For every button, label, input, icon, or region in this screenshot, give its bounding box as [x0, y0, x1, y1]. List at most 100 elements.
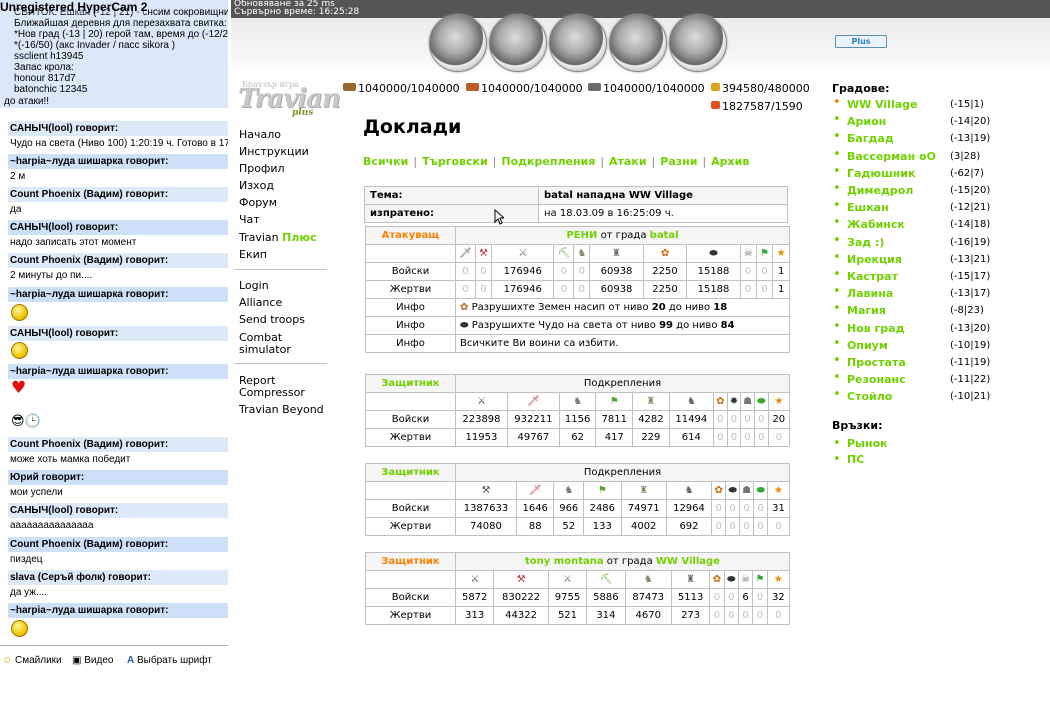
tab-attacks[interactable]: Атаки	[609, 155, 647, 168]
map-icon[interactable]	[549, 14, 607, 72]
village-item[interactable]: • Димедрол (-15|20)	[833, 182, 1043, 199]
travian-logo[interactable]: Браузър игра Travian plus	[232, 80, 341, 122]
menu-home[interactable]: Начало	[239, 128, 281, 141]
village-name[interactable]: Стойло	[847, 390, 892, 403]
unit-icon: ♞	[665, 481, 713, 500]
tab-trade[interactable]: Търговски	[422, 155, 488, 168]
attacker-table: Атакуващ РЕНИ от града batal 🗡 ⚒ ⚔ ⛏ ♞ ♜ ✿ ⬬ ☠ ⚑ ★…	[365, 226, 790, 353]
attacker-village[interactable]: batal	[650, 230, 679, 241]
unit-count: 60938	[589, 280, 644, 299]
menu-instructions[interactable]: Инструкции	[239, 145, 309, 158]
village-name[interactable]: Простата	[847, 356, 906, 369]
video-button[interactable]: ▣ Видео	[72, 651, 113, 671]
village-item[interactable]: • Лавина (-13|17)	[833, 285, 1043, 302]
village-name[interactable]: Кастрат	[847, 270, 898, 283]
village-name[interactable]: Вассерман оО	[847, 150, 936, 163]
village-item[interactable]: • Магия (-8|23)	[833, 302, 1043, 319]
chat-text: пиздец	[10, 554, 43, 565]
menu-separator	[235, 363, 327, 364]
village-name[interactable]: Нов град	[847, 322, 904, 335]
resource-crop: 394580/480000	[711, 82, 810, 95]
unit-icon: ☠	[737, 570, 754, 589]
village-name[interactable]: Жабинск	[847, 218, 905, 231]
defender-village[interactable]: WW Village	[656, 556, 720, 567]
village-name[interactable]: Лавина	[847, 287, 893, 300]
village-item[interactable]: • Зад :) (-16|19)	[833, 234, 1043, 251]
unit-icons-row: 🗡 ⚒ ⚔ ⛏ ♞ ♜ ✿ ⬬ ☠ ⚑ ★	[365, 244, 790, 263]
unit-count: 229	[632, 428, 670, 447]
unit-count: 1387633	[455, 499, 517, 518]
village-name[interactable]: Резонанс	[847, 373, 906, 386]
reports-icon[interactable]	[669, 14, 727, 72]
village-name[interactable]: Багдад	[847, 132, 894, 145]
village-name[interactable]: WW Village	[847, 98, 918, 111]
tab-archive[interactable]: Архив	[711, 155, 749, 168]
village-name[interactable]: Зад :)	[847, 236, 884, 249]
village-item[interactable]: • Багдад (-13|19)	[833, 130, 1043, 147]
unit-icon: ♞	[668, 392, 714, 411]
village-name[interactable]: Гадюшник	[847, 167, 915, 180]
menu-forum[interactable]: Форум	[239, 196, 277, 209]
menu-profile[interactable]: Профил	[239, 162, 285, 175]
village-name[interactable]: Димедрол	[847, 184, 913, 197]
menu-send-troops[interactable]: Send troops	[239, 313, 305, 326]
menu-chat[interactable]: Чат	[239, 213, 260, 226]
village-item[interactable]: • Гадюшник (-62|7)	[833, 165, 1043, 182]
village-item[interactable]: • Нов град (-13|20)	[833, 320, 1043, 337]
village-item[interactable]: • Опиум (-10|19)	[833, 337, 1043, 354]
menu-logout[interactable]: Изход	[239, 179, 274, 192]
unit-count: 966	[553, 499, 585, 518]
village-item[interactable]: • Арион (-14|20)	[833, 113, 1043, 130]
unit-count: 1646	[515, 499, 555, 518]
plus-button[interactable]: Plus	[835, 35, 887, 48]
village-item[interactable]: • Стойло (-10|21)	[833, 388, 1043, 405]
icon-row-spacer	[365, 570, 456, 589]
village-coords: (-12|21)	[950, 202, 991, 214]
defender-player[interactable]: tony montana	[525, 556, 604, 567]
village-name[interactable]: Ешкан	[847, 201, 889, 214]
village-coords: (-10|19)	[950, 339, 991, 351]
village-name[interactable]: Магия	[847, 304, 886, 317]
village-item[interactable]: • Кастрат (-15|17)	[833, 268, 1043, 285]
unit-icon: 🗡	[455, 244, 476, 263]
village-item[interactable]: • Вассерман оО (3|28)	[833, 148, 1043, 165]
menu-combat-simulator-2[interactable]: simulator	[239, 343, 291, 356]
menu-travian-plus[interactable]: Travian Плюс	[239, 231, 317, 244]
village-item[interactable]: • Ирекция (-13|21)	[833, 251, 1043, 268]
unit-count: 0	[553, 280, 575, 299]
village-name[interactable]: Ирекция	[847, 253, 902, 266]
defender-label: Защитник	[365, 374, 456, 393]
defender-label: Защитник	[365, 463, 456, 482]
unit-count: 1	[772, 262, 790, 281]
village-item[interactable]: • Резонанс (-11|22)	[833, 371, 1043, 388]
statistics-icon[interactable]	[609, 14, 667, 72]
village-center-icon[interactable]	[489, 14, 547, 72]
menu-login[interactable]: Login	[239, 279, 269, 292]
village-name[interactable]: Опиум	[847, 339, 888, 352]
menu-separator	[235, 269, 327, 270]
village-coords: (-11|22)	[950, 374, 991, 386]
bullet-icon: •	[833, 146, 841, 162]
unit-count: 11953	[455, 428, 508, 447]
menu-team[interactable]: Екип	[239, 248, 267, 261]
village-overview-icon[interactable]	[429, 14, 487, 72]
menu-travian-beyond[interactable]: Travian Beyond	[239, 403, 324, 416]
village-item[interactable]: • Ешкан (-12|21)	[833, 199, 1043, 216]
village-item[interactable]: • WW Village (-15|1)	[833, 96, 1043, 113]
topic-line: honour 817d7	[14, 73, 76, 84]
smileys-button[interactable]: ☺ Смайлики	[2, 651, 62, 671]
tab-reinforcements[interactable]: Подкрепления	[501, 155, 595, 168]
unit-count: 4282	[632, 410, 670, 429]
link-ps[interactable]: • ПС	[833, 452, 864, 468]
village-name[interactable]: Арион	[847, 115, 886, 128]
attacker-player[interactable]: РЕНИ	[566, 230, 597, 241]
village-item[interactable]: • Жабинск (-14|18)	[833, 216, 1043, 233]
unit-count: 0	[739, 517, 755, 536]
tab-misc[interactable]: Разни	[660, 155, 697, 168]
village-item[interactable]: • Простата (-11|19)	[833, 354, 1043, 371]
menu-alliance[interactable]: Alliance	[239, 296, 282, 309]
menu-report-compressor-2[interactable]: Compressor	[239, 386, 305, 399]
font-button[interactable]: A Выбрать шрифт	[127, 651, 212, 671]
link-market[interactable]: • Рынок	[833, 436, 888, 452]
tab-all[interactable]: Всички	[363, 155, 408, 168]
